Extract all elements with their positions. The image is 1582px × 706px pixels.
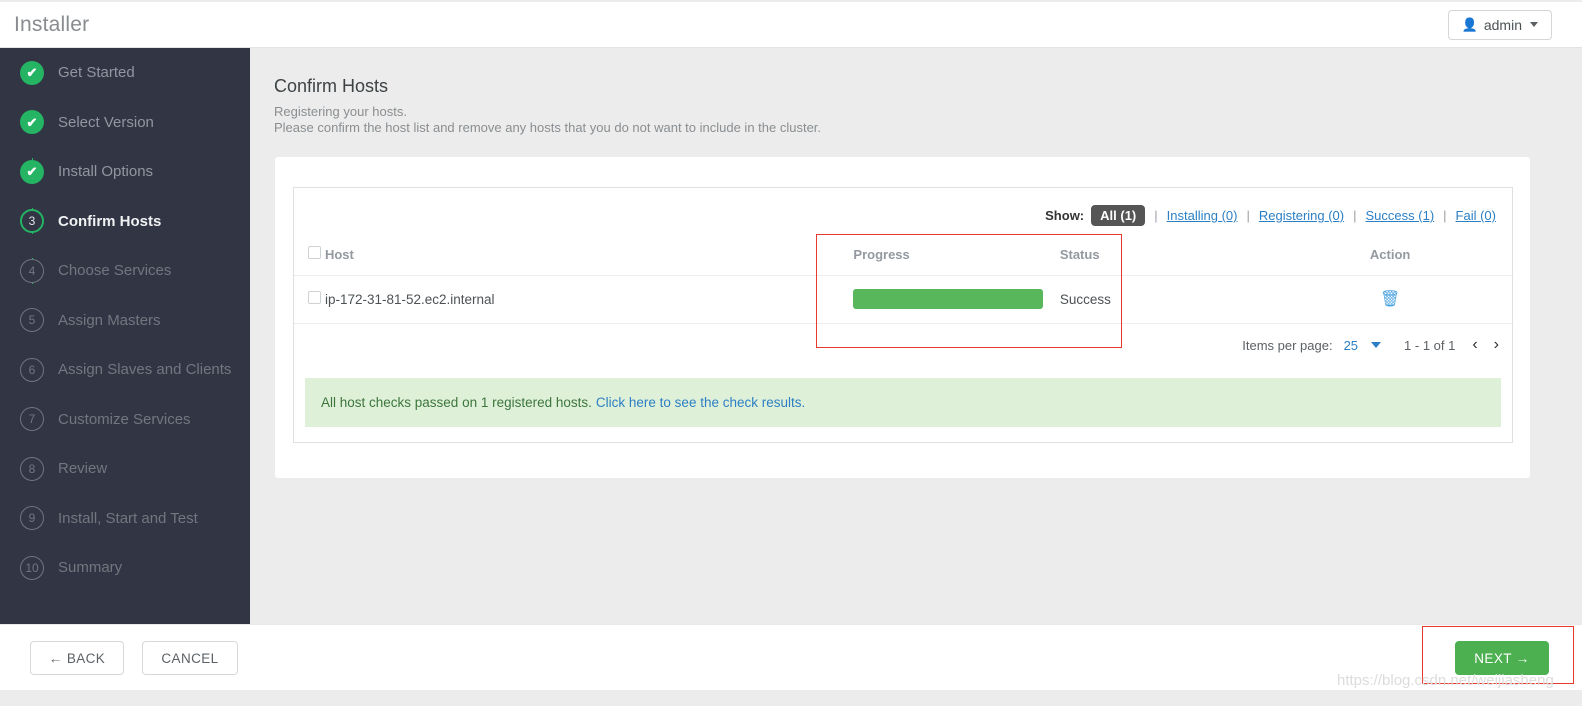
status-badge: Success (1059, 291, 1111, 307)
column-header-status: Status (1059, 234, 1267, 276)
sidebar-step-label: Assign Slaves and Clients (58, 361, 232, 379)
sidebar-step-choose-services[interactable]: 4 Choose Services (0, 246, 250, 296)
sidebar-step-install-options[interactable]: ✔ Install Options (0, 147, 250, 197)
hosts-table: Host Progress Status Action ip-172-31-81… (294, 234, 1514, 324)
sidebar-step-assign-masters[interactable]: 5 Assign Masters (0, 296, 250, 346)
page-description-line1: Registering your hosts. (274, 104, 407, 119)
filter-installing[interactable]: Installing (0) (1167, 208, 1238, 223)
table-row: ip-172-31-81-52.ec2.internal Success 🗑 (294, 275, 1514, 324)
sidebar-step-select-version[interactable]: ✔ Select Version (0, 98, 250, 148)
step-number-badge: 10 (20, 555, 44, 580)
sidebar-step-label: Select Version (58, 113, 154, 131)
filter-fail[interactable]: Fail (0) (1456, 208, 1496, 223)
cell-status: Success (1059, 275, 1267, 324)
next-button[interactable]: NEXT → (1455, 641, 1549, 675)
pagination-controls: Items per page: 25 1 - 1 of 1 ‹ › (1242, 336, 1499, 354)
hosts-panel: Show: All (1) | Installing (0) | Registe… (275, 157, 1530, 478)
filter-success[interactable]: Success (1) (1366, 208, 1435, 223)
cancel-button[interactable]: CANCEL (142, 641, 238, 675)
bottom-strip (0, 690, 1582, 706)
sidebar-step-label: Summary (58, 559, 123, 577)
step-number-badge: 7 (20, 407, 44, 432)
sidebar-step-review[interactable]: 8 Review (0, 444, 250, 494)
user-menu-button[interactable]: 👤 admin (1447, 9, 1552, 40)
sidebar-step-label: Confirm Hosts (58, 212, 162, 230)
step-number-badge: 4 (20, 258, 44, 283)
sidebar-step-confirm-hosts[interactable]: 3 Confirm Hosts (0, 197, 250, 247)
filter-separator: | (1353, 208, 1357, 223)
show-label: Show: (1045, 208, 1085, 223)
filter-all[interactable]: All (1) (1091, 205, 1146, 226)
step-number-badge: 9 (20, 506, 44, 531)
sidebar-step-install-start-and-test[interactable]: 9 Install, Start and Test (0, 494, 250, 544)
installer-app: Installer 👤 admin ✔ Get Started ✔ Select… (0, 0, 1582, 706)
cell-action: 🗑 (1266, 275, 1514, 324)
progress-bar-fill (853, 289, 1044, 309)
page-description: Registering your hosts. Please confirm t… (274, 104, 821, 136)
sidebar-step-summary[interactable]: 10 Summary (0, 543, 250, 593)
sidebar-step-label: Install Options (58, 163, 154, 181)
filter-separator: | (1154, 208, 1158, 223)
step-number-badge: 6 (20, 357, 44, 382)
user-icon: 👤 (1461, 17, 1478, 32)
progress-bar (853, 289, 1044, 309)
sidebar-step-label: Choose Services (58, 262, 172, 280)
step-number-badge: 5 (20, 308, 44, 333)
page-description-line2: Please confirm the host list and remove … (274, 120, 822, 135)
cell-host: ip-172-31-81-52.ec2.internal (324, 275, 854, 324)
items-per-page-value[interactable]: 25 (1344, 338, 1358, 353)
filter-separator: | (1246, 208, 1250, 223)
sidebar-step-label: Customize Services (58, 410, 191, 428)
sidebar-step-assign-slaves-and-clients[interactable]: 6 Assign Slaves and Clients (0, 345, 250, 395)
next-page-icon[interactable]: › (1494, 336, 1499, 354)
cell-progress (853, 275, 1060, 324)
step-number-badge: 3 (20, 209, 44, 234)
chevron-down-icon[interactable] (1371, 342, 1382, 348)
sidebar-step-label: Get Started (58, 64, 135, 82)
check-icon: ✔ (20, 159, 44, 184)
column-header-action: Action (1266, 234, 1514, 276)
sidebar-step-label: Install, Start and Test (58, 509, 198, 527)
alert-text: All host checks passed on 1 registered h… (321, 395, 592, 410)
hosts-table-container: Show: All (1) | Installing (0) | Registe… (293, 187, 1514, 443)
sidebar-step-label: Assign Masters (58, 311, 161, 329)
host-checks-alert: All host checks passed on 1 registered h… (305, 378, 1501, 427)
status-filter-bar: Show: All (1) | Installing (0) | Registe… (1045, 205, 1496, 226)
filter-separator: | (1443, 208, 1447, 223)
column-header-host: Host (324, 234, 854, 276)
step-number-badge: 8 (20, 456, 44, 481)
top-bar: Installer 👤 admin (0, 2, 1582, 48)
table-header-row: Host Progress Status Action (294, 234, 1514, 276)
select-all-header (294, 234, 325, 276)
check-icon: ✔ (20, 60, 44, 85)
app-title: Installer (14, 12, 90, 36)
trash-icon[interactable]: 🗑 (1380, 291, 1400, 308)
row-checkbox[interactable] (308, 291, 321, 304)
sidebar-step-label: Review (58, 460, 108, 478)
pagination-range: 1 - 1 of 1 (1404, 337, 1456, 353)
items-per-page-label: Items per page: (1242, 337, 1333, 353)
check-icon: ✔ (20, 110, 44, 135)
watermark: https://blog.csdn.net/weijiasheng (1337, 672, 1554, 689)
user-menu-label: admin (1483, 16, 1522, 33)
page-title: Confirm Hosts (274, 76, 389, 96)
chevron-down-icon (1530, 22, 1538, 27)
check-results-link[interactable]: Click here to see the check results. (596, 395, 805, 410)
filter-registering[interactable]: Registering (0) (1259, 208, 1344, 223)
select-all-checkbox[interactable] (308, 246, 321, 259)
row-select-cell (294, 275, 325, 324)
main-content: Confirm Hosts Registering your hosts. Pl… (250, 48, 1582, 624)
sidebar-step-get-started[interactable]: ✔ Get Started (0, 48, 250, 98)
prev-page-icon[interactable]: ‹ (1472, 336, 1477, 354)
back-button[interactable]: ← BACK (30, 641, 124, 675)
sidebar-step-customize-services[interactable]: 7 Customize Services (0, 395, 250, 445)
wizard-sidebar: ✔ Get Started ✔ Select Version ✔ Install… (0, 48, 250, 624)
column-header-progress: Progress (853, 234, 1060, 276)
